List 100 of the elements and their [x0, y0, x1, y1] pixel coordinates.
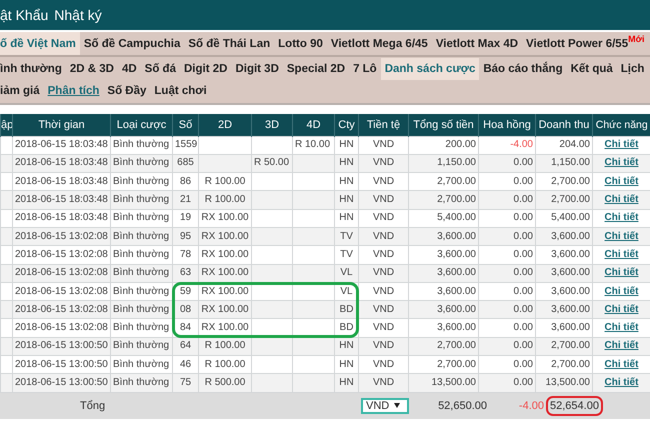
column-header: Cty: [334, 114, 358, 136]
column-header: Tiền tệ: [358, 114, 408, 136]
table-cell: 19: [180, 212, 192, 224]
table-cell: 204.00: [536, 136, 592, 154]
table-cell: 3,600.00: [536, 318, 592, 338]
table-cell: 2,700.00: [408, 190, 478, 210]
game-tab[interactable]: Vietlott Mega 6/45: [326, 32, 432, 55]
sub-menu-item[interactable]: 4D: [118, 58, 141, 80]
sub-menu-item[interactable]: Kết quả: [566, 58, 617, 80]
table-cell: 3,600.00: [536, 246, 592, 264]
table-cell: HN: [334, 190, 358, 210]
table-cell: VND: [358, 246, 408, 264]
game-tab[interactable]: Số đề Campuchia: [80, 32, 184, 55]
currency-select[interactable]: VND: [361, 398, 409, 414]
table-cell: 0.00: [478, 154, 536, 173]
table-cell: 5,400.00: [408, 209, 478, 228]
table-cell: 3,600.00: [408, 264, 478, 282]
column-header: ập: [0, 114, 12, 136]
table-cell: 2018-06-15 13:02:08: [12, 246, 110, 264]
table-cell: VND: [358, 300, 408, 319]
table-cell: 3,600.00: [408, 246, 478, 264]
table-cell: Bình thường: [110, 209, 172, 228]
sub-menu-item[interactable]: Lịch: [616, 58, 648, 80]
sub-menu-item[interactable]: Digit 2D: [180, 58, 232, 80]
total-label: Tổng: [80, 400, 106, 412]
sub-menu-item[interactable]: Danh sách cược: [380, 58, 480, 80]
table-cell: TV: [334, 227, 358, 246]
table-cell: 2018-06-15 13:00:50: [12, 374, 110, 392]
game-tab[interactable]: ố đề Việt Nam: [0, 32, 80, 55]
table-cell: 75: [180, 377, 192, 388]
table-cell: HN: [334, 374, 358, 392]
table-cell: 0.00: [478, 337, 536, 356]
table-cell: Bình thường: [110, 190, 172, 210]
column-header: Doanh thu: [536, 114, 592, 136]
table-cell: 3,600.00: [536, 264, 592, 282]
sub-menu-item[interactable]: Digit 3D: [231, 58, 283, 80]
game-tab[interactable]: Vietlott Max 4D: [432, 32, 522, 55]
table-cell: RX 100.00: [201, 248, 249, 260]
table-cell: 2,700.00: [536, 337, 592, 356]
table-cell: Bình thường: [110, 246, 172, 264]
table-cell: VL: [334, 264, 358, 282]
table-cell: VND: [358, 154, 408, 173]
table-cell: RX 100.00: [201, 212, 249, 224]
column-header: Loại cược: [110, 114, 172, 136]
table-cell: 1,150.00: [536, 154, 592, 173]
total-amount: 52,650.00: [437, 400, 487, 412]
top-menu-item[interactable]: ật Khẩu: [0, 7, 48, 23]
sub-menu-item[interactable]: Luật chơi: [150, 80, 211, 102]
table-cell: 3,600.00: [408, 300, 478, 319]
table-cell: R 100.00: [204, 358, 246, 370]
table-cell: VND: [358, 190, 408, 210]
sub-menu-item[interactable]: Số Đầy: [103, 80, 150, 102]
table-cell: RX 100.00: [201, 304, 249, 315]
table-cell: 0.00: [478, 246, 536, 264]
sub-menu-item[interactable]: iảm giá: [0, 80, 44, 102]
sub-menu-item[interactable]: ình thường: [0, 58, 66, 80]
column-header: 2D: [198, 114, 252, 136]
table-cell: 200.00: [408, 136, 478, 154]
sub-menu-item[interactable]: 7 Lô: [349, 58, 381, 80]
top-menu-item[interactable]: Nhật ký: [54, 7, 102, 23]
game-tab[interactable]: Lotto 90: [274, 32, 327, 55]
table-cell: 08: [180, 304, 192, 315]
table-cell: 86: [180, 176, 192, 187]
table-cell: 0.00: [478, 227, 536, 246]
sub-menu-item[interactable]: 2D & 3D: [66, 58, 118, 80]
table-cell: -4.00: [478, 136, 536, 154]
table-cell: RX 100.00: [201, 267, 249, 278]
sub-menu-item[interactable]: Số đá: [140, 58, 180, 80]
sub-menu-item[interactable]: Báo cáo thắng: [479, 58, 567, 80]
table-cell: Bình thường: [110, 227, 172, 246]
table-cell: Bình thường: [110, 264, 172, 282]
table-cell: HN: [334, 136, 358, 154]
table-cell: R 100.00: [204, 176, 246, 187]
table-cell: VND: [358, 136, 408, 154]
table-cell: 59: [180, 286, 192, 297]
table-cell: R 100.00: [204, 194, 246, 206]
table-cell: RX 100.00: [201, 230, 249, 242]
sub-menu-item[interactable]: Special 2D: [282, 58, 350, 80]
table-cell: Bình thường: [110, 374, 172, 392]
table-cell: 2018-06-15 18:03:48: [12, 136, 110, 154]
game-tab[interactable]: Số đề Thái Lan: [184, 32, 274, 55]
table-cell: 13,500.00: [536, 374, 592, 392]
total-commission: -4.00: [518, 400, 544, 412]
table-cell: 2018-06-15 13:00:50: [12, 337, 110, 356]
game-tab[interactable]: Vietlott Power 6/55$^{Mới}$: [522, 32, 648, 55]
table-cell: VND: [358, 337, 408, 356]
column-header: Chức năng: [592, 114, 650, 136]
table-cell: 1,150.00: [408, 154, 478, 173]
table-cell: Bình thường: [110, 337, 172, 356]
table-cell: 0.00: [478, 318, 536, 338]
table-cell: R 10.00: [295, 139, 330, 150]
table-cell: VND: [358, 227, 408, 246]
table-cell: VND: [358, 264, 408, 282]
table-cell: 46: [180, 358, 192, 370]
table-cell: 21: [180, 194, 192, 206]
sub-menu-item[interactable]: Phân tích: [44, 80, 104, 102]
table-cell: 13,500.00: [408, 374, 478, 392]
column-header: Hoa hồng: [478, 114, 536, 136]
column-header: Tổng số tiền: [408, 114, 478, 136]
table-cell: 95: [180, 230, 192, 242]
